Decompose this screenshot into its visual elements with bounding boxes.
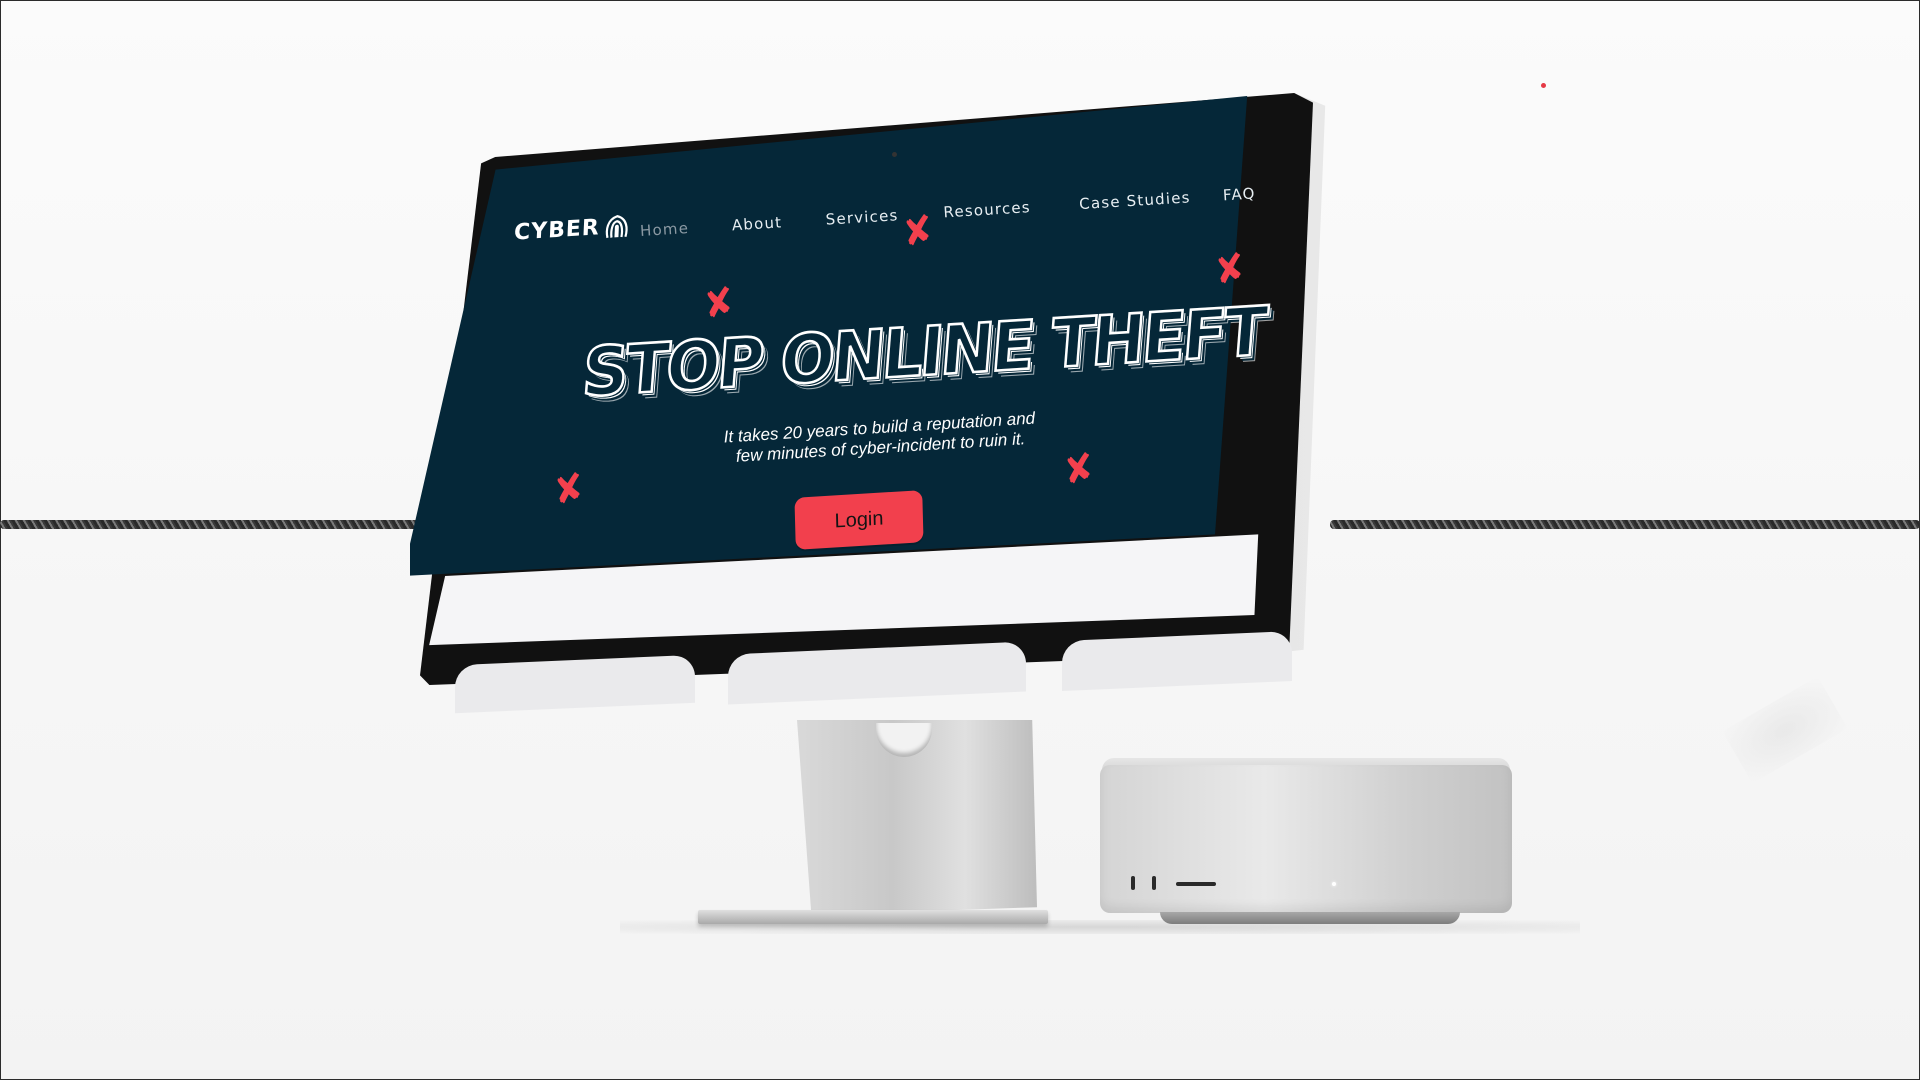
login-button[interactable]: Login (794, 490, 924, 550)
nav-home[interactable]: Home (640, 219, 690, 240)
red-dot (1541, 83, 1546, 88)
power-led (1332, 882, 1336, 886)
background-shadow (1722, 676, 1848, 784)
fingerprint-icon (605, 215, 628, 239)
content-card[interactable] (1062, 630, 1292, 692)
usb-c-port (1152, 876, 1156, 890)
mac-studio (1100, 765, 1512, 913)
sd-card-slot (1176, 882, 1216, 886)
monitor-stand-base (698, 910, 1048, 924)
content-card[interactable] (455, 654, 695, 714)
mockup-scene: CYBER Home About Services Resources Case… (0, 0, 1920, 1080)
nav-about[interactable]: About (731, 213, 782, 234)
mac-studio-base (1160, 912, 1460, 924)
cable-right (1330, 520, 1920, 529)
nav-faq[interactable]: FAQ (1222, 184, 1256, 204)
cable-left (0, 520, 460, 529)
usb-c-port (1131, 876, 1135, 890)
logo-text: CYBER (513, 214, 601, 246)
